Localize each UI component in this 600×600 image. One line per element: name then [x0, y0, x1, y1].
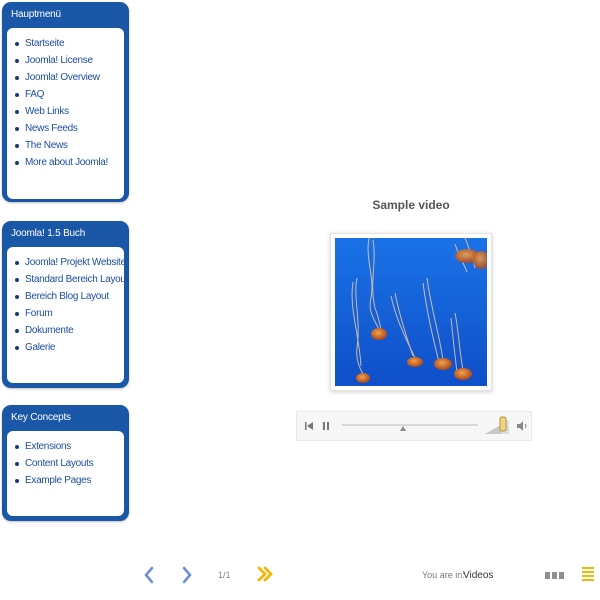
menu-item-overview[interactable]: Joomla! Overview	[15, 69, 120, 86]
bullet-icon	[15, 260, 19, 265]
bullet-icon	[15, 126, 19, 131]
bullet-icon	[15, 478, 19, 483]
menu-item-extensions[interactable]: Extensions	[15, 438, 120, 455]
module-joomla-buch: Joomla! 1.5 Buch Joomla! Projekt Website…	[2, 221, 129, 388]
module-body: Extensions Content Layouts Example Pages	[7, 431, 124, 516]
bullet-icon	[15, 277, 19, 282]
menu-item-label[interactable]: The News	[25, 137, 68, 154]
menu-item-label[interactable]: Forum	[25, 305, 53, 322]
menu-item-content-layouts[interactable]: Content Layouts	[15, 455, 120, 472]
bullet-icon	[15, 109, 19, 114]
menu-item-faq[interactable]: FAQ	[15, 86, 120, 103]
menu-item-label[interactable]: Joomla! Projekt Website	[25, 254, 126, 271]
menu-item-label[interactable]: Content Layouts	[25, 455, 94, 472]
video-controls	[296, 411, 532, 441]
module-title: Hauptmenü	[11, 9, 61, 20]
module-key-concepts: Key Concepts Extensions Content Layouts …	[2, 405, 129, 521]
menu-item-dokumente[interactable]: Dokumente	[15, 322, 120, 339]
menu-item-standard-layout[interactable]: Standard Bereich Layout	[15, 271, 128, 288]
menu-item-galerie[interactable]: Galerie	[15, 339, 120, 356]
skip-back-icon[interactable]	[302, 419, 316, 433]
menu-item-forum[interactable]: Forum	[15, 305, 120, 322]
bullet-icon	[15, 41, 19, 46]
breadcrumb-current: Videos	[463, 570, 494, 581]
chevron-left-icon[interactable]	[143, 566, 155, 584]
menu-item-label[interactable]: Joomla! License	[25, 52, 93, 69]
jellyfish-thumbnail[interactable]	[335, 238, 487, 386]
progress-track[interactable]	[342, 424, 478, 426]
menu-item-blog-layout[interactable]: Bereich Blog Layout	[15, 288, 120, 305]
menu-item-projekt-website[interactable]: Joomla! Projekt Website	[15, 254, 126, 271]
menu-list: Joomla! Projekt Website Standard Bereich…	[15, 254, 128, 356]
menu-item-startseite[interactable]: Startseite	[15, 35, 120, 52]
menu-item-example-pages[interactable]: Example Pages	[15, 472, 120, 489]
chevron-right-icon[interactable]	[181, 566, 193, 584]
menu-item-label[interactable]: Joomla! Overview	[25, 69, 100, 86]
menu-item-label[interactable]: FAQ	[25, 86, 44, 103]
bullet-icon	[15, 328, 19, 333]
video-title: Sample video	[372, 198, 450, 212]
menu-item-news-feeds[interactable]: News Feeds	[15, 120, 120, 137]
bullet-icon	[15, 294, 19, 299]
menu-item-label[interactable]: Startseite	[25, 35, 65, 52]
menu-item-label[interactable]: More about Joomla!	[25, 154, 108, 171]
menu-item-label[interactable]: Standard Bereich Layout	[25, 271, 128, 288]
bullet-icon	[15, 444, 19, 449]
menu-item-the-news[interactable]: The News	[15, 137, 120, 154]
list-view-icon[interactable]	[582, 566, 594, 582]
menu-item-label[interactable]: Bereich Blog Layout	[25, 288, 109, 305]
bullet-icon	[15, 92, 19, 97]
pause-icon[interactable]	[319, 419, 333, 433]
double-chevron-right-icon[interactable]	[256, 565, 274, 583]
menu-list: Extensions Content Layouts Example Pages	[15, 438, 120, 489]
progress-handle[interactable]	[400, 426, 407, 431]
bullet-icon	[15, 311, 19, 316]
speaker-icon[interactable]	[515, 419, 529, 433]
menu-item-label[interactable]: Web Links	[25, 103, 69, 120]
menu-item-more-about[interactable]: More about Joomla!	[15, 154, 120, 171]
module-body: Startseite Joomla! License Joomla! Overv…	[7, 28, 124, 199]
bullet-icon	[15, 143, 19, 148]
grid-view-icon[interactable]	[545, 571, 567, 581]
menu-item-label[interactable]: Example Pages	[25, 472, 91, 489]
bullet-icon	[15, 345, 19, 350]
menu-item-label[interactable]: News Feeds	[25, 120, 78, 137]
module-body: Joomla! Projekt Website Standard Bereich…	[7, 247, 128, 383]
module-title: Key Concepts	[11, 412, 71, 423]
module-title: Joomla! 1.5 Buch	[11, 228, 86, 239]
menu-list: Startseite Joomla! License Joomla! Overv…	[15, 35, 120, 171]
menu-item-label[interactable]: Extensions	[25, 438, 71, 455]
page-count: 1/1	[218, 570, 231, 580]
menu-item-label[interactable]: Galerie	[25, 339, 55, 356]
menu-item-web-links[interactable]: Web Links	[15, 103, 120, 120]
menu-item-label[interactable]: Dokumente	[25, 322, 74, 339]
bullet-icon	[15, 160, 19, 165]
video-player[interactable]	[330, 233, 492, 391]
breadcrumb-label: You are in:	[422, 570, 465, 580]
bullet-icon	[15, 58, 19, 63]
menu-item-license[interactable]: Joomla! License	[15, 52, 120, 69]
module-hauptmenue: Hauptmenü Startseite Joomla! License Joo…	[2, 2, 129, 202]
volume-slider[interactable]	[483, 416, 511, 436]
bullet-icon	[15, 75, 19, 80]
bullet-icon	[15, 461, 19, 466]
